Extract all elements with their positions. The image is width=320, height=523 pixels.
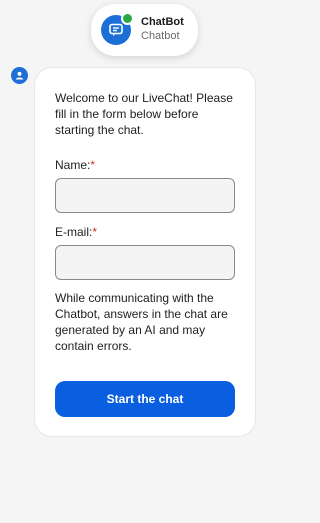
name-label: Name:*: [55, 158, 235, 172]
start-chat-button[interactable]: Start the chat: [55, 381, 235, 417]
user-icon: [15, 67, 24, 85]
user-avatar: [11, 67, 28, 84]
online-status-dot: [121, 12, 134, 25]
prechat-form-card: Welcome to our LiveChat! Please fill in …: [34, 67, 256, 437]
bot-name: ChatBot: [141, 16, 184, 29]
name-label-text: Name:: [55, 158, 91, 172]
header-text: ChatBot Chatbot: [141, 16, 184, 44]
email-label-text: E-mail:: [55, 225, 93, 239]
email-label: E-mail:*: [55, 225, 235, 239]
required-marker: *: [90, 158, 96, 172]
email-input[interactable]: [55, 245, 235, 280]
bot-subtitle: Chatbot: [141, 30, 180, 42]
name-input[interactable]: [55, 178, 235, 213]
required-marker: *: [92, 225, 98, 239]
ai-disclaimer: While communicating with the Chatbot, an…: [55, 291, 228, 353]
welcome-message: Welcome to our LiveChat! Please fill in …: [55, 91, 233, 137]
bot-avatar: [101, 12, 134, 45]
chat-bubble-icon: [108, 22, 124, 38]
chatbot-header: ChatBot Chatbot: [91, 4, 198, 56]
